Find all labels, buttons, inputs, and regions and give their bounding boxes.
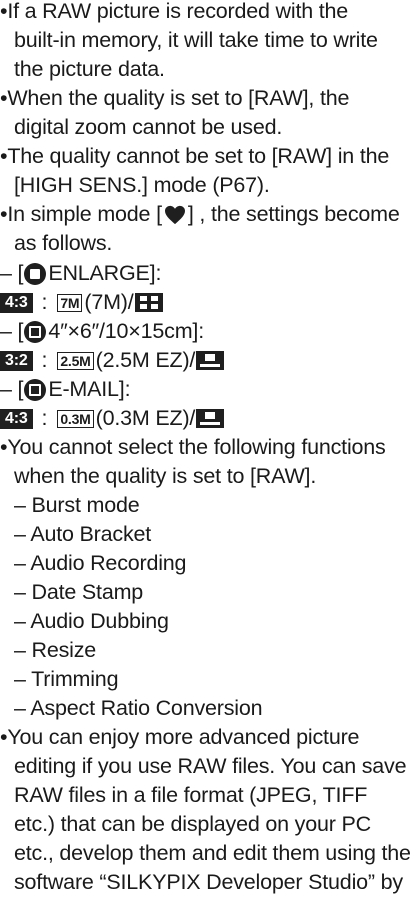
settings-colon: :	[41, 348, 48, 372]
list-item: – Audio Dubbing	[14, 609, 169, 633]
raw-restriction-intro-line1: •You cannot select the following functio…	[0, 435, 386, 459]
aspect-ratio-badge: 4:3	[0, 408, 33, 429]
manual-page: •If a RAW picture is recorded with the b…	[0, 0, 418, 894]
print-mode-icon	[24, 320, 47, 343]
resolution-badge: 7M	[57, 293, 83, 312]
silkypix-note-line6: software “SILKYPIX Developer Studio” by	[14, 870, 403, 894]
simple-mode-text-a: •In simple mode [	[0, 202, 162, 226]
settings-colon: :	[41, 290, 48, 314]
mode-email-heading: – [ E-MAIL]:	[0, 375, 131, 405]
note-high-sens-line1: •The quality cannot be set to [RAW] in t…	[0, 144, 390, 168]
list-item: – Audio Recording	[14, 551, 187, 575]
note-simple-mode-line2: as follows.	[14, 231, 113, 255]
raw-restriction-intro-line2: when the quality is set to [RAW].	[14, 464, 317, 488]
note-digital-zoom-line1: •When the quality is set to [RAW], the	[0, 86, 350, 110]
note-raw-builtin-line1: •If a RAW picture is recorded with the	[0, 0, 349, 23]
mode-enlarge-settings: 4:3 : 7M (7M)/	[0, 288, 163, 318]
list-item: – Trimming	[14, 667, 119, 691]
mode-print-prefix: – [	[0, 319, 24, 343]
mode-email-label: E-MAIL]:	[48, 377, 131, 401]
note-simple-mode-line1: •In simple mode [ ] , the settings becom…	[0, 200, 400, 230]
note-high-sens-line2: [HIGH SENS.] mode (P67).	[14, 173, 270, 197]
list-item: – Burst mode	[14, 493, 140, 517]
list-item: – Auto Bracket	[14, 522, 152, 546]
standard-quality-icon	[196, 409, 225, 429]
note-digital-zoom-line2: digital zoom cannot be used.	[14, 115, 283, 139]
mode-enlarge-label: ENLARGE]:	[48, 261, 162, 285]
mode-enlarge-prefix: – [	[0, 261, 24, 285]
mode-email-settings: 4:3 : 0.3M (0.3M EZ)/	[0, 404, 225, 434]
silkypix-note-line5: etc., develop them and edit them using t…	[14, 841, 411, 865]
heart-icon	[164, 205, 185, 224]
resolution-text: (7M)/	[84, 290, 134, 314]
mode-print-settings: 3:2 : 2.5M (2.5M EZ)/	[0, 346, 225, 376]
mode-print-label: 4″×6″/10×15cm]:	[48, 319, 204, 343]
silkypix-note-line2: editing if you use RAW files. You can sa…	[14, 754, 407, 778]
mode-email-prefix: – [	[0, 377, 24, 401]
resolution-text: (0.3M EZ)/	[95, 406, 196, 430]
settings-colon: :	[41, 406, 48, 430]
resolution-badge: 0.3M	[57, 409, 94, 428]
fine-quality-icon	[134, 293, 163, 313]
note-raw-builtin-line2: built-in memory, it will take time to wr…	[14, 28, 378, 52]
email-mode-icon	[24, 378, 47, 401]
silkypix-note-line3: RAW files in a file format (JPEG, TIFF	[14, 783, 368, 807]
resolution-badge: 2.5M	[57, 351, 94, 370]
list-item: – Resize	[14, 638, 97, 662]
aspect-ratio-badge: 3:2	[0, 350, 33, 371]
list-item: – Aspect Ratio Conversion	[14, 696, 263, 720]
silkypix-note-line4: etc.) that can be displayed on your PC	[14, 812, 371, 836]
resolution-text: (2.5M EZ)/	[95, 348, 196, 372]
standard-quality-icon	[196, 351, 225, 371]
note-raw-builtin-line3: the picture data.	[14, 57, 165, 81]
mode-print-heading: – [ 4″×6″/10×15cm]:	[0, 317, 204, 347]
mode-enlarge-heading: – [ ENLARGE]:	[0, 259, 161, 289]
list-item: – Date Stamp	[14, 580, 144, 604]
aspect-ratio-badge: 4:3	[0, 292, 33, 313]
enlarge-mode-icon	[24, 262, 47, 285]
simple-mode-text-b: ] , the settings become	[187, 202, 400, 226]
silkypix-note-line1: •You can enjoy more advanced picture	[0, 725, 360, 749]
